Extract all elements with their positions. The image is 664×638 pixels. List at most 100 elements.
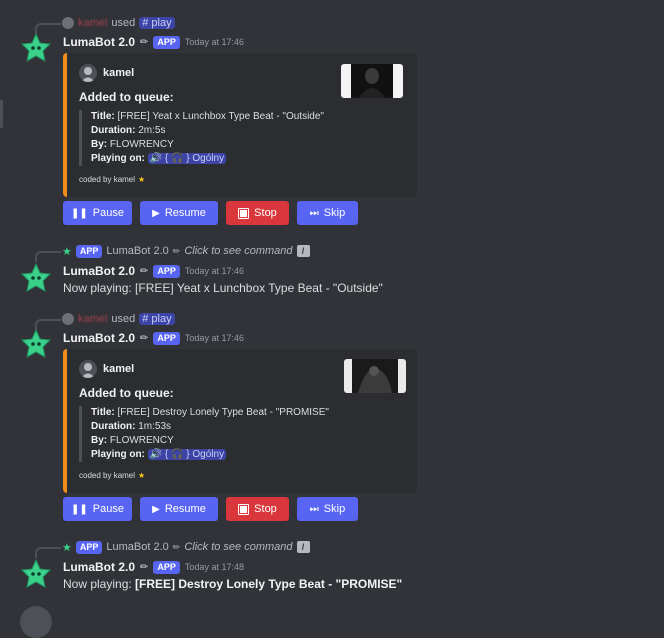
author-avatar — [79, 360, 97, 378]
timestamp: Today at 17:46 — [184, 333, 244, 343]
footer-text: coded by kamel — [79, 471, 136, 480]
app-badge: APP — [153, 331, 180, 345]
reply-bar[interactable]: ★ APP LumaBot 2.0 ✏ Click to see command… — [62, 540, 310, 554]
speaker-icon: 🔊 — [149, 449, 163, 460]
command-name: play — [151, 313, 172, 325]
command-chip[interactable]: # play — [139, 313, 175, 325]
resume-button[interactable]: ▶ Resume — [140, 201, 218, 225]
green-star-icon: ★ — [62, 541, 72, 554]
message-content: Now playing: [FREE] Yeat x Lunchbox Type… — [63, 281, 383, 295]
timestamp: Today at 17:48 — [184, 562, 244, 572]
reply-bar[interactable]: kamel used # play — [62, 16, 175, 30]
pause-button[interactable]: ❚❚ Pause — [63, 201, 132, 225]
stop-button[interactable]: Stop — [226, 497, 289, 521]
track-duration-line: Duration: 1m:53s — [91, 421, 172, 432]
stop-icon — [238, 207, 250, 219]
skip-button[interactable]: ⏭ Skip — [297, 201, 358, 225]
reply-username[interactable]: LumaBot 2.0 — [106, 245, 168, 257]
reply-bar[interactable]: ★ APP LumaBot 2.0 ✏ Click to see command… — [62, 244, 310, 258]
timestamp: Today at 17:46 — [184, 266, 244, 276]
green-star-icon[interactable] — [20, 32, 52, 64]
pencil-icon: ✏ — [172, 541, 181, 552]
queue-embed: kamel Added to queue: Title: [FREE] Dest… — [63, 349, 417, 493]
track-details: Title: [FREE] Yeat x Lunchbox Type Beat … — [79, 110, 324, 166]
pencil-icon: ✏ — [140, 36, 149, 48]
reply-username[interactable]: kamel — [78, 17, 107, 29]
click-to-see-command[interactable]: Click to see command — [184, 245, 292, 257]
stop-button[interactable]: Stop — [226, 201, 289, 225]
pause-icon: ❚❚ — [71, 503, 88, 515]
track-author-line: By: FLOWRENCY — [91, 435, 174, 446]
resume-button[interactable]: ▶ Resume — [140, 497, 218, 521]
playing-on-line: Playing on: 🔊 { 🎧 } Ogólny — [91, 153, 227, 164]
track-title-line: Title: [FREE] Destroy Lonely Type Beat -… — [91, 407, 329, 418]
green-star-icon[interactable] — [20, 558, 52, 590]
track-title-line: Title: [FREE] Yeat x Lunchbox Type Beat … — [91, 111, 324, 122]
hash-icon: # — [142, 313, 149, 325]
player-controls: ❚❚ Pause ▶ Resume Stop ⏭ Skip — [63, 201, 358, 225]
command-name: play — [151, 17, 172, 29]
embed-author-name[interactable]: kamel — [103, 363, 134, 375]
footer-text: coded by kamel — [79, 175, 136, 184]
app-badge: APP — [153, 560, 180, 574]
green-star-icon[interactable] — [20, 262, 52, 294]
app-badge: APP — [153, 35, 180, 49]
message-header: LumaBot 2.0 ✏ APP Today at 17:46 — [63, 34, 244, 50]
now-playing-track: [FREE] Destroy Lonely Type Beat - "PROMI… — [135, 577, 403, 591]
click-to-see-command[interactable]: Click to see command — [184, 541, 292, 553]
message-header: LumaBot 2.0 ✏ APP Today at 17:48 — [63, 559, 244, 575]
skip-button[interactable]: ⏭ Skip — [297, 497, 358, 521]
pencil-icon: ✏ — [172, 245, 181, 256]
track-thumbnail[interactable] — [344, 359, 406, 393]
app-badge: APP — [75, 540, 103, 554]
command-chip[interactable]: # play — [139, 17, 175, 29]
track-thumbnail[interactable] — [341, 64, 403, 98]
speaker-icon: 🔊 — [149, 153, 163, 164]
message-content: Now playing: [FREE] Destroy Lonely Type … — [63, 577, 402, 591]
play-icon: ▶ — [152, 207, 160, 219]
embed-title: Added to queue: — [79, 90, 174, 104]
track-details: Title: [FREE] Destroy Lonely Type Beat -… — [79, 406, 329, 462]
embed-author-name[interactable]: kamel — [103, 67, 134, 79]
embed-author: kamel — [79, 360, 134, 378]
slash-command-icon: / — [296, 245, 310, 257]
reply-connector — [35, 251, 61, 262]
reply-bar[interactable]: kamel used # play — [62, 312, 175, 326]
next-message-avatar — [20, 606, 52, 638]
bot-name[interactable]: LumaBot 2.0 — [63, 331, 135, 345]
voice-channel-mention[interactable]: 🔊 { 🎧 } Ogólny — [147, 153, 227, 164]
bot-name[interactable]: LumaBot 2.0 — [63, 560, 135, 574]
user-avatar-icon — [62, 313, 74, 325]
app-badge: APP — [153, 264, 180, 278]
slash-command-icon: / — [296, 541, 310, 553]
pencil-icon: ✏ — [140, 561, 149, 573]
app-badge: APP — [75, 244, 103, 258]
track-author-line: By: FLOWRENCY — [91, 139, 174, 150]
voice-channel-mention[interactable]: 🔊 { 🎧 } Ogólny — [147, 449, 227, 460]
green-star-icon[interactable] — [20, 328, 52, 360]
embed-footer: coded by kamel ★ — [79, 175, 145, 184]
player-controls: ❚❚ Pause ▶ Resume Stop ⏭ Skip — [63, 497, 358, 521]
reply-connector — [35, 547, 61, 558]
reply-username[interactable]: kamel — [78, 313, 107, 325]
timestamp: Today at 17:46 — [184, 37, 244, 47]
reply-username[interactable]: LumaBot 2.0 — [106, 541, 168, 553]
stop-icon — [238, 503, 250, 515]
track-duration-line: Duration: 2m:5s — [91, 125, 166, 136]
message-header: LumaBot 2.0 ✏ APP Today at 17:46 — [63, 330, 244, 346]
user-avatar-icon — [62, 17, 74, 29]
embed-title: Added to queue: — [79, 386, 174, 400]
message-header: LumaBot 2.0 ✏ APP Today at 17:46 — [63, 263, 244, 279]
now-playing-prefix: Now playing: — [63, 577, 132, 591]
star-icon: ★ — [138, 471, 146, 480]
green-star-icon: ★ — [62, 245, 72, 258]
play-icon: ▶ — [152, 503, 160, 515]
skip-icon: ⏭ — [309, 207, 319, 219]
playing-on-line: Playing on: 🔊 { 🎧 } Ogólny — [91, 449, 227, 460]
bot-name[interactable]: LumaBot 2.0 — [63, 35, 135, 49]
embed-footer: coded by kamel ★ — [79, 471, 145, 480]
bot-name[interactable]: LumaBot 2.0 — [63, 264, 135, 278]
pause-icon: ❚❚ — [71, 207, 88, 219]
hash-icon: # — [142, 17, 149, 29]
pause-button[interactable]: ❚❚ Pause — [63, 497, 132, 521]
